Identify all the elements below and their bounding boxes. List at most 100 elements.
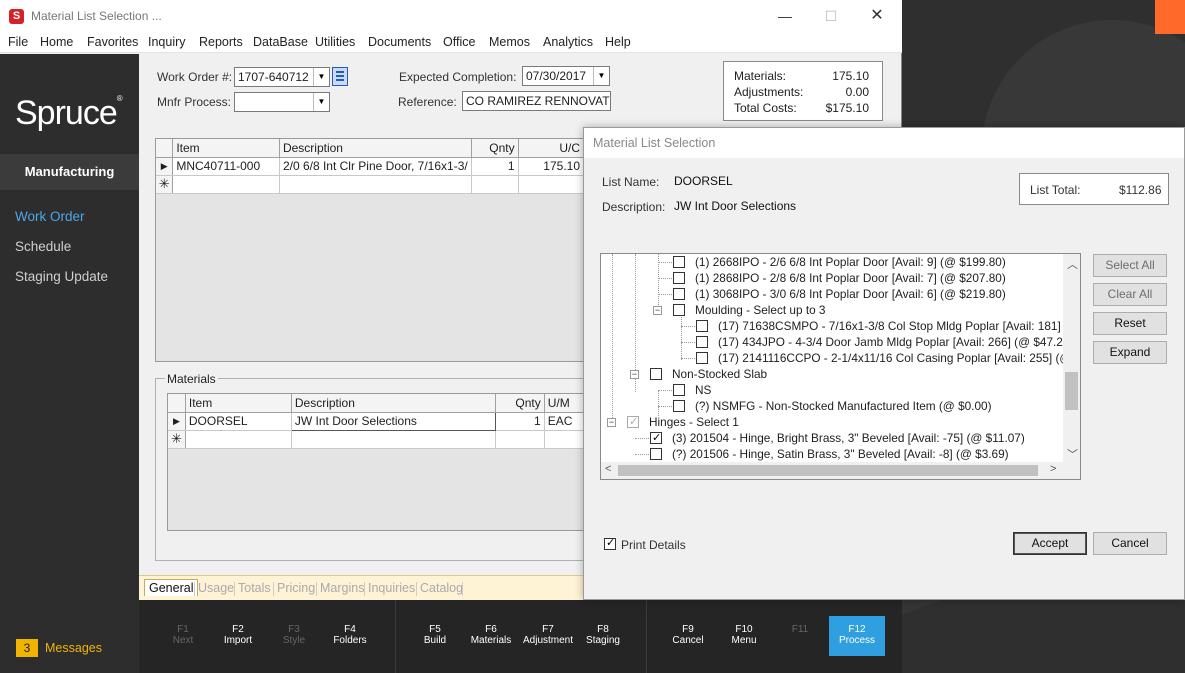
qnty-cell[interactable]: 1 — [471, 157, 519, 176]
cancel-button[interactable]: Cancel — [1093, 532, 1167, 555]
reset-button[interactable]: Reset — [1093, 312, 1167, 335]
tree-item-checkbox[interactable] — [627, 414, 639, 430]
material-tree[interactable]: (1) 2668IPO - 2/6 6/8 Int Poplar Door [A… — [600, 253, 1081, 480]
tree-item-checkbox[interactable] — [673, 256, 685, 268]
f8-staging-button[interactable]: F8 Staging — [573, 624, 633, 646]
column-header-qnty[interactable]: Qnty — [495, 394, 545, 413]
tree-item-checkbox[interactable] — [650, 448, 662, 460]
chevron-down-icon[interactable]: ▼ — [313, 68, 329, 86]
f10-menu-button[interactable]: F10 Menu — [714, 624, 774, 646]
item-cell[interactable]: DOORSEL — [185, 412, 292, 431]
tab-pricing[interactable]: Pricing — [277, 581, 315, 595]
clear-all-button[interactable]: Clear All — [1093, 283, 1167, 306]
chevron-down-icon[interactable]: ▼ — [593, 67, 609, 85]
tree-item-checkbox[interactable] — [673, 288, 685, 300]
column-header-um[interactable]: U/M — [544, 394, 584, 413]
chevron-down-icon[interactable]: ▼ — [313, 93, 329, 111]
tab-catalog[interactable]: Catalog — [420, 581, 463, 595]
reference-field[interactable]: CO RAMIREZ RENNOVATION — [462, 91, 611, 111]
column-header-item[interactable]: Item — [172, 139, 280, 158]
um-cell[interactable]: EAC — [544, 412, 584, 431]
scroll-up-icon[interactable]: ︿ — [1067, 256, 1078, 272]
messages-link[interactable]: Messages — [45, 641, 102, 655]
tab-usage[interactable]: Usage — [198, 581, 234, 595]
tree-item-checkbox[interactable] — [650, 430, 662, 446]
menu-analytics[interactable]: Analytics — [543, 35, 593, 49]
f5-build-button[interactable]: F5 Build — [405, 624, 465, 646]
tab-inquiries[interactable]: Inquiries — [368, 581, 415, 595]
work-order-field[interactable]: 1707-640712 ▼ — [234, 67, 330, 87]
menu-reports[interactable]: Reports — [199, 35, 243, 49]
print-details-checkbox[interactable] — [604, 536, 616, 550]
menu-office[interactable]: Office — [443, 35, 475, 49]
collapse-icon[interactable]: − — [607, 418, 616, 427]
scroll-down-icon[interactable]: ﹀ — [1067, 446, 1078, 462]
menu-memos[interactable]: Memos — [489, 35, 530, 49]
tree-item-checkbox[interactable] — [696, 320, 708, 332]
scroll-right-icon[interactable]: > — [1050, 463, 1056, 475]
module-title[interactable]: Manufacturing — [0, 154, 139, 190]
f9-cancel-button[interactable]: F9 Cancel — [658, 624, 718, 646]
tree-item-checkbox[interactable] — [673, 304, 685, 316]
horizontal-scrollbar[interactable]: < > — [601, 462, 1080, 479]
tree-item-checkbox[interactable] — [696, 336, 708, 348]
tree-item-checkbox[interactable] — [673, 384, 685, 396]
minimize-button[interactable]: — — [762, 4, 808, 28]
desktop-shape — [1155, 0, 1185, 34]
materials-grid[interactable]: Item Description Qnty U/M ▶ DOORSEL JW I… — [167, 393, 585, 531]
new-row[interactable]: ✳ — [156, 175, 584, 194]
tree-item-checkbox[interactable] — [696, 352, 708, 364]
mnfr-process-field[interactable]: ▼ — [234, 92, 330, 112]
menu-file[interactable]: File — [8, 35, 28, 49]
menu-home[interactable]: Home — [40, 35, 73, 49]
scroll-thumb[interactable] — [618, 465, 1038, 476]
description-cell[interactable]: 2/0 6/8 Int Clr Pine Door, 7/16x1-3/ — [279, 157, 472, 176]
table-row[interactable]: ▶ MNC40711-000 2/0 6/8 Int Clr Pine Door… — [156, 157, 584, 176]
column-header-description[interactable]: Description — [291, 394, 497, 413]
sidebar-item-work-order[interactable]: Work Order — [15, 209, 85, 224]
collapse-icon[interactable]: − — [630, 370, 639, 379]
maximize-button[interactable]: ☐ — [808, 4, 854, 28]
tab-margins[interactable]: Margins — [320, 581, 364, 595]
column-header-description[interactable]: Description — [279, 139, 472, 158]
vertical-scrollbar[interactable]: ︿ ﹀ — [1063, 254, 1080, 463]
description-cell[interactable]: JW Int Door Selections — [290, 411, 497, 431]
expand-button[interactable]: Expand — [1093, 341, 1167, 364]
accept-button[interactable]: Accept — [1013, 532, 1087, 555]
tree-item-checkbox[interactable] — [673, 272, 685, 284]
f7-adjustment-button[interactable]: F7 Adjustment — [518, 624, 578, 646]
menu-inquiry[interactable]: Inquiry — [148, 35, 186, 49]
menu-utilities[interactable]: Utilities — [315, 35, 355, 49]
menu-help[interactable]: Help — [605, 35, 631, 49]
tab-general[interactable]: General — [144, 579, 199, 596]
messages-count-badge[interactable]: 3 — [16, 639, 38, 657]
column-header-uc[interactable]: U/C — [518, 139, 584, 158]
qnty-cell[interactable]: 1 — [495, 412, 545, 431]
column-header-item[interactable]: Item — [185, 394, 292, 413]
f4-folders-button[interactable]: F4 Folders — [320, 624, 380, 646]
collapse-icon[interactable]: − — [653, 306, 662, 315]
table-row[interactable]: ▶ DOORSEL JW Int Door Selections 1 EAC — [168, 411, 584, 431]
f6-materials-button[interactable]: F6 Materials — [461, 624, 521, 646]
new-row[interactable]: ✳ — [168, 430, 584, 449]
uc-cell[interactable]: 175.10 — [518, 157, 584, 176]
tab-totals[interactable]: Totals — [238, 581, 271, 595]
item-cell[interactable]: MNC40711-000 — [172, 157, 280, 176]
f2-import-button[interactable]: F2 Import — [208, 624, 268, 646]
column-header-qnty[interactable]: Qnty — [471, 139, 519, 158]
sidebar-item-staging-update[interactable]: Staging Update — [15, 269, 108, 284]
sidebar-item-schedule[interactable]: Schedule — [15, 239, 71, 254]
menu-favorites[interactable]: Favorites — [87, 35, 138, 49]
tree-item-checkbox[interactable] — [650, 368, 662, 380]
list-lookup-icon[interactable] — [332, 67, 348, 86]
f12-process-button[interactable]: F12 Process — [829, 616, 885, 656]
select-all-button[interactable]: Select All — [1093, 254, 1167, 277]
menu-documents[interactable]: Documents — [368, 35, 431, 49]
close-button[interactable]: ✕ — [854, 4, 900, 28]
tree-item-checkbox[interactable] — [673, 400, 685, 412]
expected-completion-field[interactable]: 07/30/2017 ▼ — [522, 66, 610, 86]
menu-database[interactable]: DataBase — [253, 35, 308, 49]
items-grid[interactable]: Item Description Qnty U/C ▶ MNC40711-000… — [155, 138, 585, 362]
scroll-left-icon[interactable]: < — [605, 463, 611, 475]
scroll-thumb[interactable] — [1065, 372, 1078, 410]
